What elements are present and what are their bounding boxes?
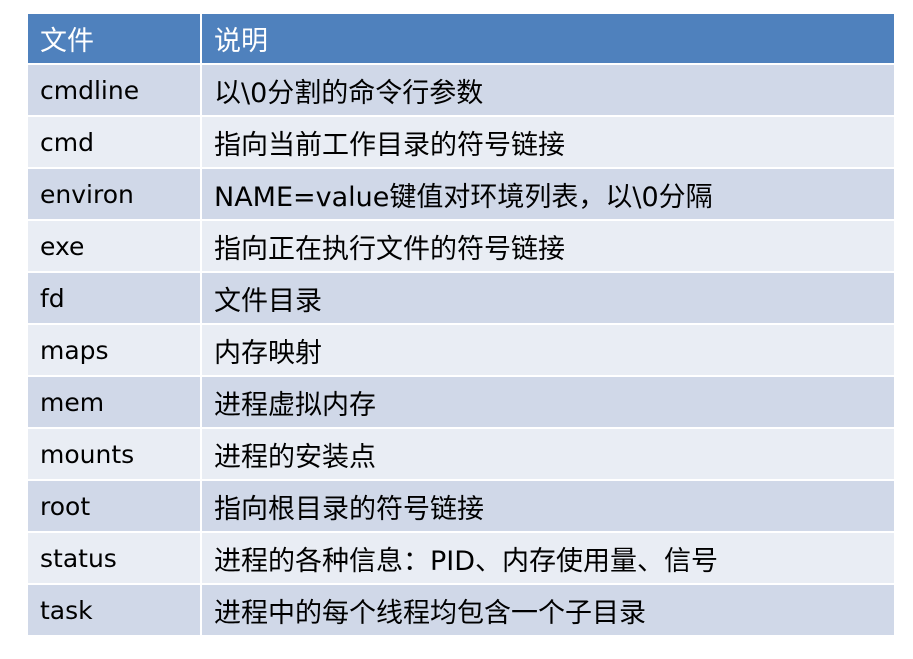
description-cell: 进程虚拟内存 (200, 375, 894, 428)
header-description: 说明 (200, 14, 894, 64)
table-row: root 指向根目录的符号链接 (28, 479, 894, 532)
description-cell: NAME=value键值对环境列表，以\0分隔 (200, 167, 894, 220)
table-row: maps 内存映射 (28, 323, 894, 376)
file-cell: cmdline (28, 63, 201, 116)
table-header-row: 文件 说明 (28, 14, 894, 64)
description-cell: 文件目录 (200, 271, 894, 324)
description-cell: 指向根目录的符号链接 (200, 479, 894, 532)
description-cell: 进程中的每个线程均包含一个子目录 (200, 583, 894, 635)
table-row: exe 指向正在执行文件的符号链接 (28, 219, 894, 272)
table-row: mem 进程虚拟内存 (28, 375, 894, 428)
description-cell: 内存映射 (200, 323, 894, 376)
file-cell: environ (28, 167, 201, 220)
file-cell: maps (28, 323, 201, 376)
description-cell: 以\0分割的命令行参数 (200, 63, 894, 116)
description-cell: 指向当前工作目录的符号链接 (200, 115, 894, 168)
table-row: task 进程中的每个线程均包含一个子目录 (28, 583, 894, 635)
file-cell: exe (28, 219, 201, 272)
file-cell: mounts (28, 427, 201, 480)
description-cell: 指向正在执行文件的符号链接 (200, 219, 894, 272)
proc-files-table: 文件 说明 cmdline 以\0分割的命令行参数 cmd 指向当前工作目录的符… (28, 14, 894, 635)
header-file: 文件 (28, 14, 201, 64)
file-cell: task (28, 583, 201, 635)
table-row: cmd 指向当前工作目录的符号链接 (28, 115, 894, 168)
file-cell: cmd (28, 115, 201, 168)
description-cell: 进程的各种信息：PID、内存使用量、信号 (200, 531, 894, 584)
table-row: mounts 进程的安装点 (28, 427, 894, 480)
table-row: status 进程的各种信息：PID、内存使用量、信号 (28, 531, 894, 584)
description-cell: 进程的安装点 (200, 427, 894, 480)
file-cell: mem (28, 375, 201, 428)
file-cell: fd (28, 271, 201, 324)
table-row: fd 文件目录 (28, 271, 894, 324)
file-cell: root (28, 479, 201, 532)
table-row: environ NAME=value键值对环境列表，以\0分隔 (28, 167, 894, 220)
file-cell: status (28, 531, 201, 584)
table-row: cmdline 以\0分割的命令行参数 (28, 63, 894, 116)
